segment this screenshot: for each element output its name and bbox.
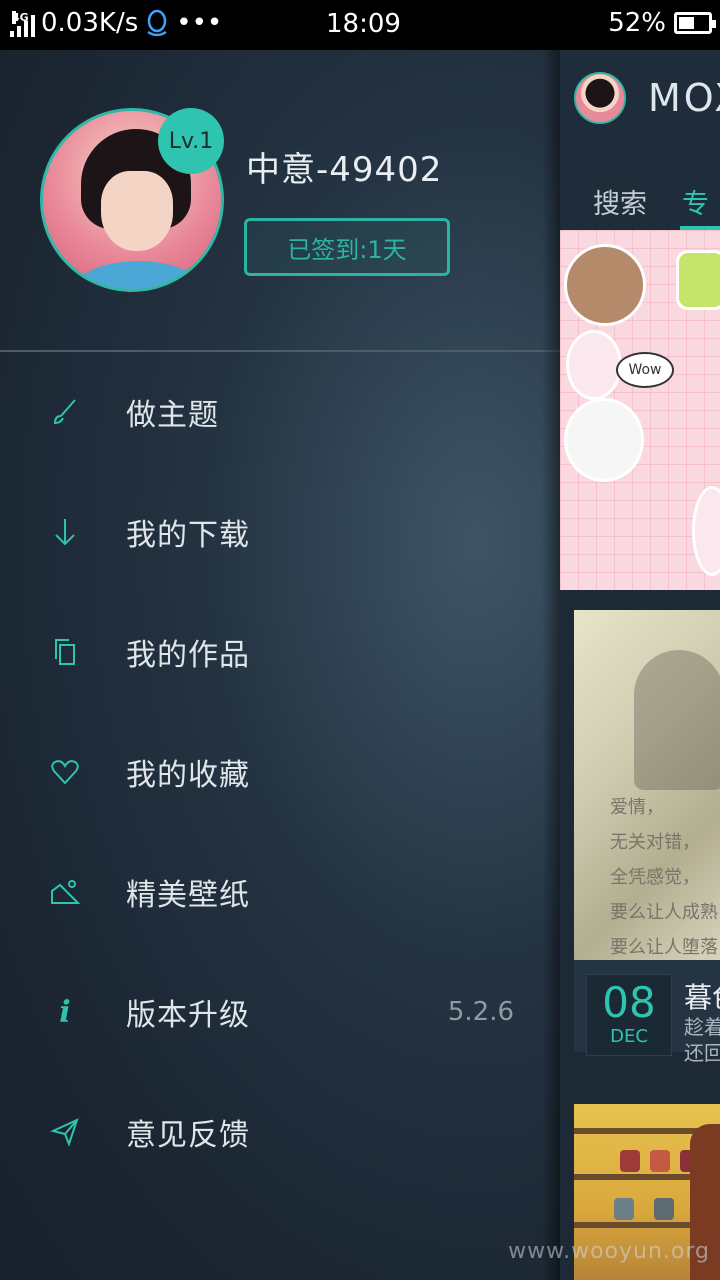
- status-right: 52%: [608, 8, 716, 38]
- status-time: 18:09: [326, 9, 401, 39]
- menu-item-downloads[interactable]: 我的下载: [0, 472, 560, 592]
- status-left: 4G 0.03K/s •••: [10, 8, 222, 38]
- drawer-menu: 做主题 我的下载 我的作品 我的收藏 精美壁纸 i 版本升级 5.2.6 意见反…: [0, 352, 560, 1192]
- send-icon: [46, 1113, 84, 1151]
- menu-item-version-upgrade[interactable]: i 版本升级 5.2.6: [0, 952, 560, 1072]
- portrait-shadow: [634, 650, 720, 790]
- menu-item-label: 意见反馈: [126, 1118, 250, 1153]
- level-badge: Lv.1: [158, 108, 224, 174]
- avatar-shirt: [73, 261, 203, 289]
- green-sticker: [676, 250, 720, 310]
- jar: [650, 1150, 670, 1172]
- menu-item-label: 我的下载: [126, 518, 250, 553]
- main-content: MOX 搜索 专 Wow 爱情， 无关对错， 全凭感觉， 要么让人成熟 要么让人…: [560, 50, 720, 1280]
- network-speed: 0.03K/s: [41, 8, 139, 38]
- date-badge: 08 DEC: [586, 974, 672, 1056]
- copy-icon: [46, 633, 84, 671]
- wow-bubble: Wow: [616, 352, 674, 388]
- menu-item-feedback[interactable]: 意见反馈: [0, 1072, 560, 1192]
- battery-fill: [679, 17, 694, 29]
- pink-sticker: [692, 486, 720, 576]
- heart-icon: [46, 753, 84, 791]
- post-footer[interactable]: 08 DEC 暮色 趁着 还回: [574, 960, 720, 1065]
- theme-card-photo[interactable]: 爱情， 无关对错， 全凭感觉， 要么让人成熟 要么让人堕落: [574, 610, 720, 960]
- jar: [620, 1150, 640, 1172]
- menu-item-my-works[interactable]: 我的作品: [0, 592, 560, 712]
- date-day: 08: [602, 978, 656, 1027]
- signal-icon: 4G: [10, 11, 35, 37]
- tab-search[interactable]: 搜索: [593, 182, 647, 221]
- menu-item-label: 精美壁纸: [126, 878, 250, 913]
- menu-item-label: 做主题: [126, 398, 219, 433]
- profile-header: Lv.1 中意-49402 已签到:1天: [0, 50, 560, 350]
- header-avatar[interactable]: [574, 72, 626, 124]
- network-type: 4G: [12, 11, 29, 24]
- photo-overlay-text: 爱情， 无关对错， 全凭感觉， 要么让人成熟 要么让人堕落: [610, 797, 718, 958]
- menu-item-wallpapers[interactable]: 精美壁纸: [0, 832, 560, 952]
- watermark: www.wooyun.org: [508, 1239, 710, 1264]
- menu-item-label: 版本升级: [126, 998, 250, 1033]
- battery-icon: [674, 12, 716, 34]
- monkey-sticker: [564, 244, 646, 326]
- tab-next[interactable]: 专: [682, 182, 709, 221]
- battery-percent: 52%: [608, 8, 666, 38]
- more-dots: •••: [176, 8, 223, 38]
- qq-penguin-icon: [147, 9, 167, 37]
- jar: [614, 1198, 634, 1220]
- navigation-drawer: Lv.1 中意-49402 已签到:1天 做主题 我的下载 我的作品 我的收藏 …: [0, 50, 560, 1280]
- date-month: DEC: [610, 1026, 648, 1047]
- brush-icon: [46, 393, 84, 431]
- brand-title: MOX: [648, 76, 720, 120]
- cat-sticker: [564, 398, 644, 482]
- theme-card-stickers[interactable]: Wow: [560, 230, 720, 590]
- post-subtitle: 趁着 还回: [684, 1015, 720, 1065]
- bunny-sticker: [566, 330, 622, 400]
- main-header: MOX 搜索 专: [560, 50, 720, 230]
- menu-item-favorites[interactable]: 我的收藏: [0, 712, 560, 832]
- version-number: 5.2.6: [447, 997, 514, 1027]
- post-title: 暮色: [684, 981, 720, 1014]
- menu-item-label: 我的收藏: [126, 758, 250, 793]
- menu-item-label: 我的作品: [126, 638, 250, 673]
- menu-item-make-theme[interactable]: 做主题: [0, 352, 560, 472]
- avatar-face: [101, 171, 173, 251]
- status-bar: 4G 0.03K/s ••• 18:09 52%: [0, 0, 720, 50]
- checkin-button[interactable]: 已签到:1天: [244, 218, 450, 276]
- username: 中意-49402: [246, 150, 443, 190]
- jar: [654, 1198, 674, 1220]
- info-icon: i: [59, 994, 71, 1030]
- download-arrow-icon: [46, 513, 84, 551]
- wallpaper-icon: [46, 873, 84, 911]
